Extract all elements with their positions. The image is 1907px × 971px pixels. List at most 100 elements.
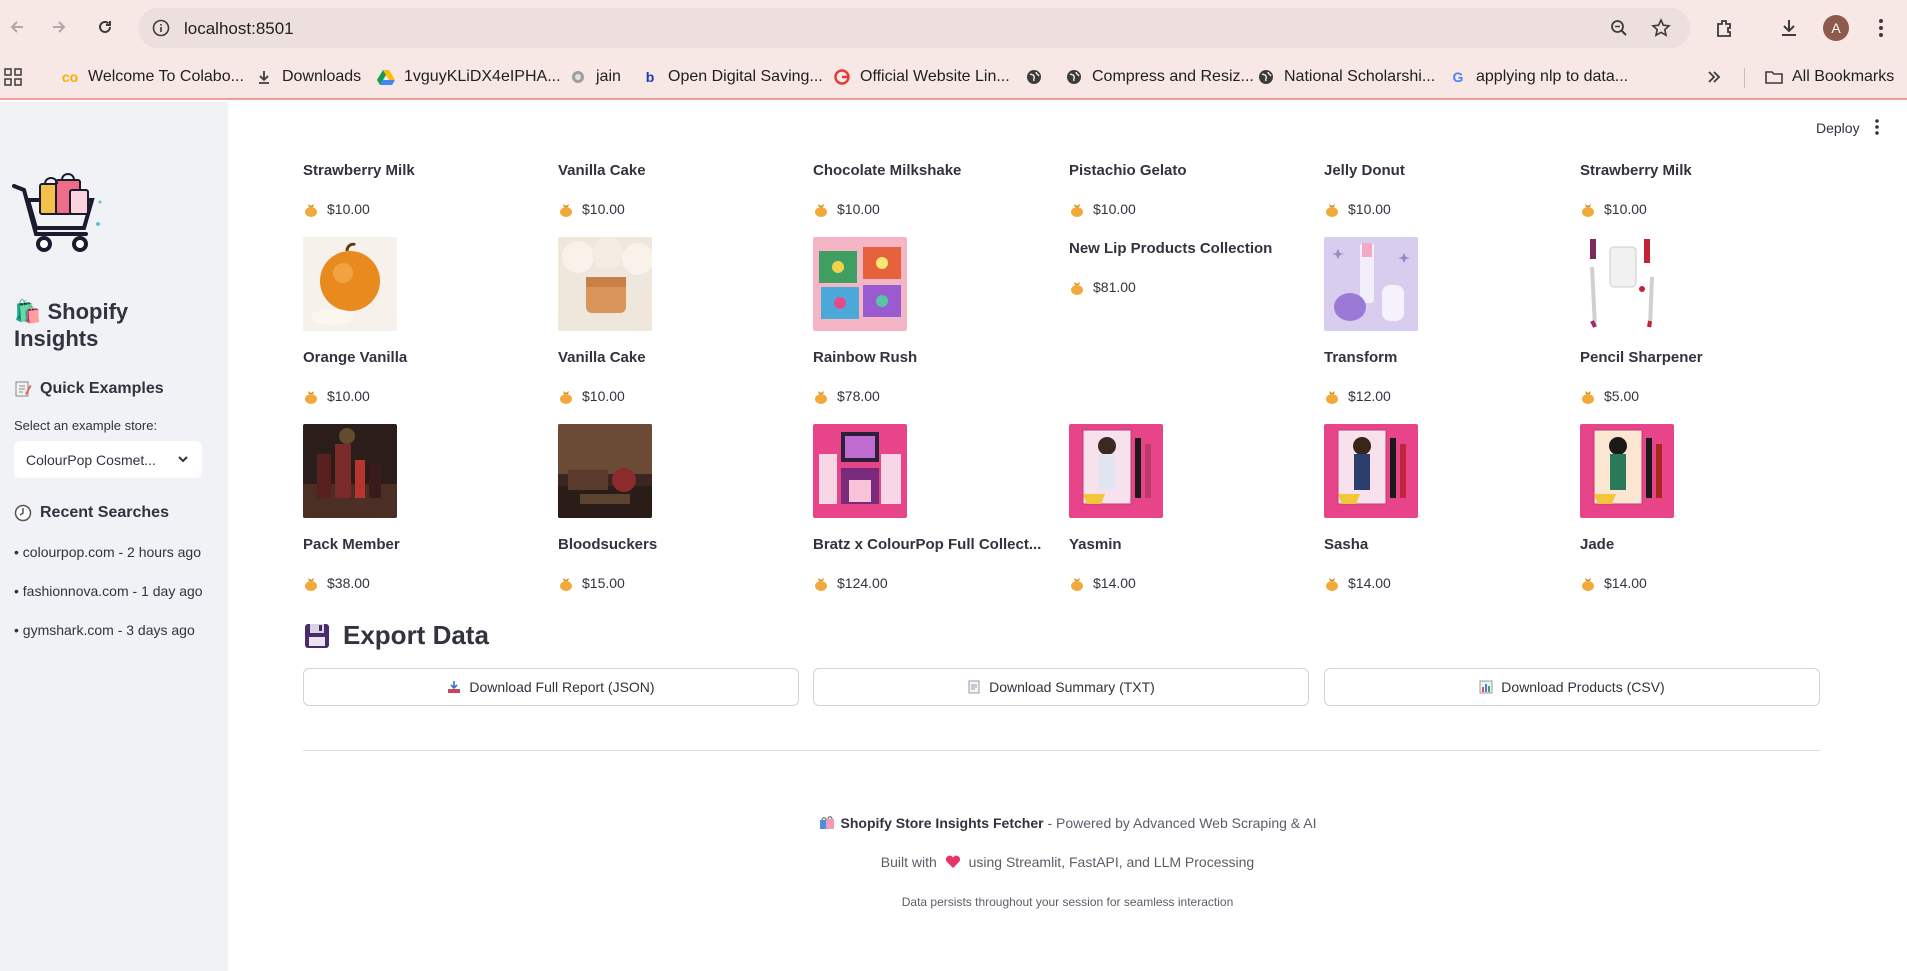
product-price: $14.00 [1580, 575, 1647, 591]
product-image[interactable] [1324, 237, 1418, 331]
export-heading: Export Data [303, 620, 489, 651]
address-bar[interactable]: localhost:8501 [138, 8, 1690, 48]
shopping-cart-logo [12, 172, 108, 268]
money-bag-icon [305, 204, 317, 217]
info-icon[interactable] [150, 17, 172, 39]
bookmark-google[interactable]: G applying nlp to data... [1448, 64, 1629, 90]
footer-note: Data persists throughout your session fo… [901, 895, 1234, 909]
menu-kebab-icon[interactable] [1868, 15, 1894, 41]
more-bookmarks-icon[interactable] [1706, 64, 1722, 90]
google-icon: G [1452, 69, 1464, 85]
avatar[interactable]: A [1823, 15, 1849, 41]
money-bag-icon [1071, 204, 1083, 217]
product-image[interactable] [1580, 424, 1674, 518]
bank-icon: b [645, 69, 655, 85]
recent-item[interactable]: • colourpop.com - 2 hours ago [14, 544, 201, 560]
back-icon[interactable] [4, 14, 30, 40]
footer-built-with: Built with using Streamlit, FastAPI, and… [880, 854, 1255, 870]
recent-item[interactable]: • fashionnova.com - 1 day ago [14, 583, 203, 599]
star-icon[interactable] [1650, 17, 1672, 39]
money-bag-icon [305, 391, 317, 404]
product-name: Chocolate Milkshake [813, 162, 962, 179]
bookmark-globe[interactable] [1024, 64, 1052, 90]
main-menu-icon[interactable] [1874, 118, 1884, 138]
product-price: $10.00 [813, 201, 880, 217]
money-bag-icon [1326, 391, 1338, 404]
bookmark-drive[interactable]: 1vguyKLiDX4eIPHA... [376, 64, 561, 90]
all-bookmarks-button[interactable]: All Bookmarks [1764, 64, 1894, 90]
forward-icon[interactable] [46, 14, 72, 40]
bookmark-scholarship[interactable]: National Scholarshi... [1256, 64, 1435, 90]
download-json-button[interactable]: Download Full Report (JSON) [303, 668, 799, 706]
sidebar: 🛍️ Shopify Insights Quick Examples Selec… [0, 102, 228, 971]
product-name: Strawberry Milk [303, 162, 415, 179]
google-drive-icon [376, 67, 396, 87]
product-image[interactable] [558, 237, 652, 331]
main-content [228, 102, 1907, 971]
bookmark-official-website[interactable]: Official Website Lin... [832, 64, 1010, 90]
product-image[interactable] [813, 237, 907, 331]
download-csv-button[interactable]: Download Products (CSV) [1324, 668, 1820, 706]
bookmark-downloads[interactable]: Downloads [254, 64, 361, 90]
apps-grid-icon[interactable] [4, 64, 22, 90]
reload-icon[interactable] [92, 14, 118, 40]
product-name: Vanilla Cake [558, 162, 646, 179]
product-price: $38.00 [303, 575, 370, 591]
bar-chart-icon [1479, 680, 1493, 694]
product-price: $5.00 [1580, 388, 1639, 404]
site-icon [832, 67, 852, 87]
product-price: $14.00 [1324, 575, 1391, 591]
inbox-tray-icon [448, 681, 461, 693]
product-image[interactable] [303, 237, 397, 331]
money-bag-icon [1326, 204, 1338, 217]
bookmark-jain[interactable]: jain [568, 64, 621, 90]
product-name: Jade [1580, 536, 1615, 553]
product-price: $10.00 [1324, 201, 1391, 217]
download-icon[interactable] [1776, 15, 1802, 41]
product-image[interactable] [558, 424, 652, 518]
footer-brand: Shopify Store Insights Fetcher [840, 815, 1044, 831]
bookmark-compress[interactable]: Compress and Resiz... [1064, 64, 1254, 90]
product-name: Pistachio Gelato [1069, 162, 1187, 179]
money-bag-icon [1582, 391, 1594, 404]
product-name: Bloodsuckers [558, 536, 658, 553]
product-price: $10.00 [303, 201, 370, 217]
product-image[interactable] [813, 424, 907, 518]
bookmark-digital-saving[interactable]: b Open Digital Saving... [640, 64, 823, 90]
extensions-icon[interactable] [1712, 15, 1738, 41]
folder-icon [1764, 67, 1784, 87]
product-name: Rainbow Rush [813, 349, 918, 366]
money-bag-icon [560, 578, 572, 591]
money-bag-icon [1582, 204, 1594, 217]
product-image[interactable] [1069, 424, 1163, 518]
example-store-select[interactable]: ColourPop Cosmet... [14, 441, 202, 478]
zoom-icon[interactable] [1608, 17, 1630, 39]
product-image[interactable] [1580, 237, 1674, 331]
money-bag-icon [1071, 282, 1083, 295]
download-txt-button[interactable]: Download Summary (TXT) [813, 668, 1309, 706]
product-name: Strawberry Milk [1580, 162, 1692, 179]
url-text[interactable]: localhost:8501 [184, 19, 294, 39]
heart-icon [945, 855, 960, 868]
bookmark-divider [1744, 68, 1745, 88]
deploy-button[interactable]: Deploy [1816, 120, 1860, 136]
product-price: $124.00 [813, 575, 888, 591]
product-price: $10.00 [303, 388, 370, 404]
shopping-bags-icon [819, 816, 834, 829]
globe-icon [1256, 67, 1276, 87]
product-name: Vanilla Cake [558, 349, 646, 366]
recent-item[interactable]: • gymshark.com - 3 days ago [14, 622, 195, 638]
download-icon [254, 67, 274, 87]
product-price: $10.00 [558, 388, 625, 404]
bookmark-colab[interactable]: co Welcome To Colabo... [60, 64, 244, 90]
browser-toolbar: localhost:8501 A [0, 0, 1907, 56]
product-name: Yasmin [1069, 536, 1122, 553]
product-image[interactable] [303, 424, 397, 518]
document-icon [968, 680, 980, 694]
product-price: $15.00 [558, 575, 625, 591]
product-image[interactable] [1324, 424, 1418, 518]
money-bag-icon [305, 578, 317, 591]
product-name: New Lip Products Collection [1069, 240, 1273, 257]
money-bag-icon [560, 391, 572, 404]
bookmarks-bar: co Welcome To Colabo... Downloads 1vguyK… [0, 56, 1907, 100]
